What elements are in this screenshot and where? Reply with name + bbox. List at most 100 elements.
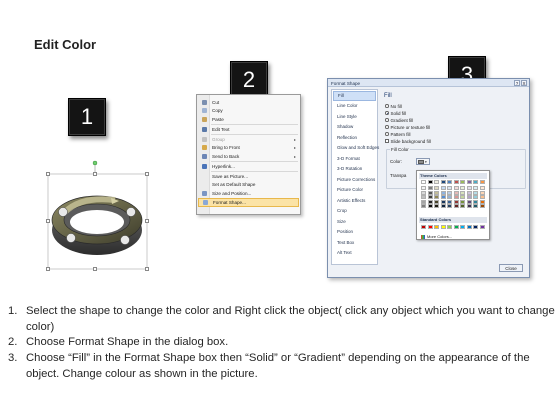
color-swatch[interactable]	[447, 190, 452, 195]
color-swatch[interactable]	[460, 195, 465, 199]
menu-item-cut[interactable]: Cut	[198, 98, 299, 107]
color-swatch[interactable]	[453, 186, 459, 190]
color-swatch[interactable]	[421, 199, 426, 204]
color-swatch[interactable]	[479, 225, 485, 229]
color-swatch[interactable]	[434, 180, 439, 184]
resize-handle-top-left[interactable]	[46, 172, 50, 176]
color-swatch[interactable]	[466, 199, 472, 204]
resize-handle-top[interactable]	[93, 172, 97, 176]
color-swatch[interactable]	[453, 195, 459, 199]
menu-item-hyperlink[interactable]: Hyperlink...	[198, 162, 299, 171]
close-button[interactable]: Close	[499, 264, 523, 272]
color-swatch[interactable]	[453, 180, 459, 184]
menu-item-save-as-picture[interactable]: Save as Picture...	[198, 172, 299, 181]
color-swatch[interactable]	[434, 199, 439, 204]
color-swatch[interactable]	[440, 186, 446, 190]
color-swatch[interactable]	[460, 204, 465, 208]
color-swatch[interactable]	[421, 195, 426, 199]
menu-item-group[interactable]: Group ▸	[198, 135, 299, 144]
color-swatch[interactable]	[427, 204, 433, 208]
color-swatch[interactable]	[421, 180, 426, 184]
color-swatch[interactable]	[460, 190, 465, 195]
help-button[interactable]: ?	[514, 80, 520, 86]
nav-text-box[interactable]: Text Box	[333, 238, 376, 248]
color-swatch[interactable]	[434, 186, 439, 190]
nav-3d-rotation[interactable]: 3-D Rotation	[333, 164, 376, 174]
nav-3d-format[interactable]: 3-D Format	[333, 154, 376, 164]
nav-alt-text[interactable]: Alt Text	[333, 248, 376, 258]
color-swatch[interactable]	[440, 190, 446, 195]
menu-item-set-default-shape[interactable]: Set as Default Shape	[198, 181, 299, 190]
nav-position[interactable]: Position	[333, 227, 376, 237]
color-swatch[interactable]	[447, 195, 452, 199]
color-swatch[interactable]	[447, 180, 452, 184]
menu-item-bring-to-front[interactable]: Bring to Front ▸	[198, 144, 299, 153]
color-swatch[interactable]	[473, 225, 478, 229]
color-swatch[interactable]	[421, 225, 426, 229]
color-swatch[interactable]	[473, 190, 478, 195]
nav-size[interactable]: Size	[333, 217, 376, 227]
color-swatch[interactable]	[421, 190, 426, 195]
resize-handle-top-right[interactable]	[145, 172, 149, 176]
resize-handle-bottom[interactable]	[93, 267, 97, 271]
menu-item-send-to-back[interactable]: Send to Back ▸	[198, 152, 299, 161]
color-swatch[interactable]	[473, 204, 478, 208]
color-swatch[interactable]	[440, 204, 446, 208]
nav-crop[interactable]: Crop	[333, 206, 376, 216]
color-swatch[interactable]	[466, 190, 472, 195]
color-swatch[interactable]	[427, 199, 433, 204]
color-swatch[interactable]	[434, 195, 439, 199]
color-swatch[interactable]	[466, 186, 472, 190]
pattern-fill-radio[interactable]: Pattern fill	[385, 131, 411, 137]
ring-shape[interactable]	[45, 160, 151, 272]
menu-item-copy[interactable]: Copy	[198, 107, 299, 116]
color-swatch[interactable]	[460, 180, 465, 184]
color-swatch[interactable]	[427, 225, 433, 229]
color-swatch[interactable]	[466, 180, 472, 184]
color-swatch[interactable]	[479, 190, 485, 195]
color-swatch[interactable]	[453, 190, 459, 195]
color-swatch[interactable]	[434, 190, 439, 195]
color-swatch[interactable]	[447, 225, 452, 229]
color-swatch[interactable]	[460, 199, 465, 204]
color-swatch[interactable]	[460, 186, 465, 190]
color-swatch[interactable]	[466, 225, 472, 229]
color-swatch[interactable]	[453, 225, 459, 229]
color-swatch[interactable]	[479, 204, 485, 208]
color-swatch[interactable]	[440, 225, 446, 229]
color-swatch[interactable]	[473, 195, 478, 199]
color-swatch[interactable]	[427, 180, 433, 184]
no-fill-radio[interactable]: No fill	[385, 103, 402, 109]
menu-item-size-and-position[interactable]: Size and Position...	[198, 189, 299, 198]
menu-item-edit-text[interactable]: Edit Text	[198, 125, 299, 134]
color-swatch[interactable]	[440, 195, 446, 199]
color-swatch[interactable]	[427, 186, 433, 190]
solid-fill-radio[interactable]: Solid fill	[385, 110, 406, 116]
nav-reflection[interactable]: Reflection	[333, 133, 376, 143]
nav-line-color[interactable]: Line Color	[333, 101, 376, 111]
nav-line-style[interactable]: Line Style	[333, 112, 376, 122]
slide-background-fill-checkbox[interactable]: Slide background fill	[385, 138, 431, 144]
color-picker-button[interactable]: ▾	[416, 158, 430, 165]
color-swatch[interactable]	[453, 199, 459, 204]
nav-shadow[interactable]: Shadow	[333, 122, 376, 132]
color-swatch[interactable]	[479, 186, 485, 190]
color-swatch[interactable]	[473, 180, 478, 184]
resize-handle-right[interactable]	[145, 219, 149, 223]
color-swatch[interactable]	[427, 190, 433, 195]
color-swatch[interactable]	[440, 199, 446, 204]
menu-item-paste[interactable]: Paste	[198, 115, 299, 124]
color-swatch[interactable]	[473, 199, 478, 204]
nav-glow-soft-edges[interactable]: Glow and Soft Edges	[333, 143, 379, 153]
more-colors-item[interactable]: More Colors...	[421, 234, 452, 239]
nav-picture-color[interactable]: Picture Color	[333, 185, 376, 195]
color-swatch[interactable]	[479, 195, 485, 199]
dialog-close-icon[interactable]: X	[521, 80, 527, 86]
color-swatch[interactable]	[466, 204, 472, 208]
color-swatch[interactable]	[421, 204, 426, 208]
color-swatch[interactable]	[473, 186, 478, 190]
resize-handle-bottom-left[interactable]	[46, 267, 50, 271]
color-swatch[interactable]	[427, 195, 433, 199]
color-swatch[interactable]	[421, 186, 426, 190]
color-swatch[interactable]	[453, 204, 459, 208]
